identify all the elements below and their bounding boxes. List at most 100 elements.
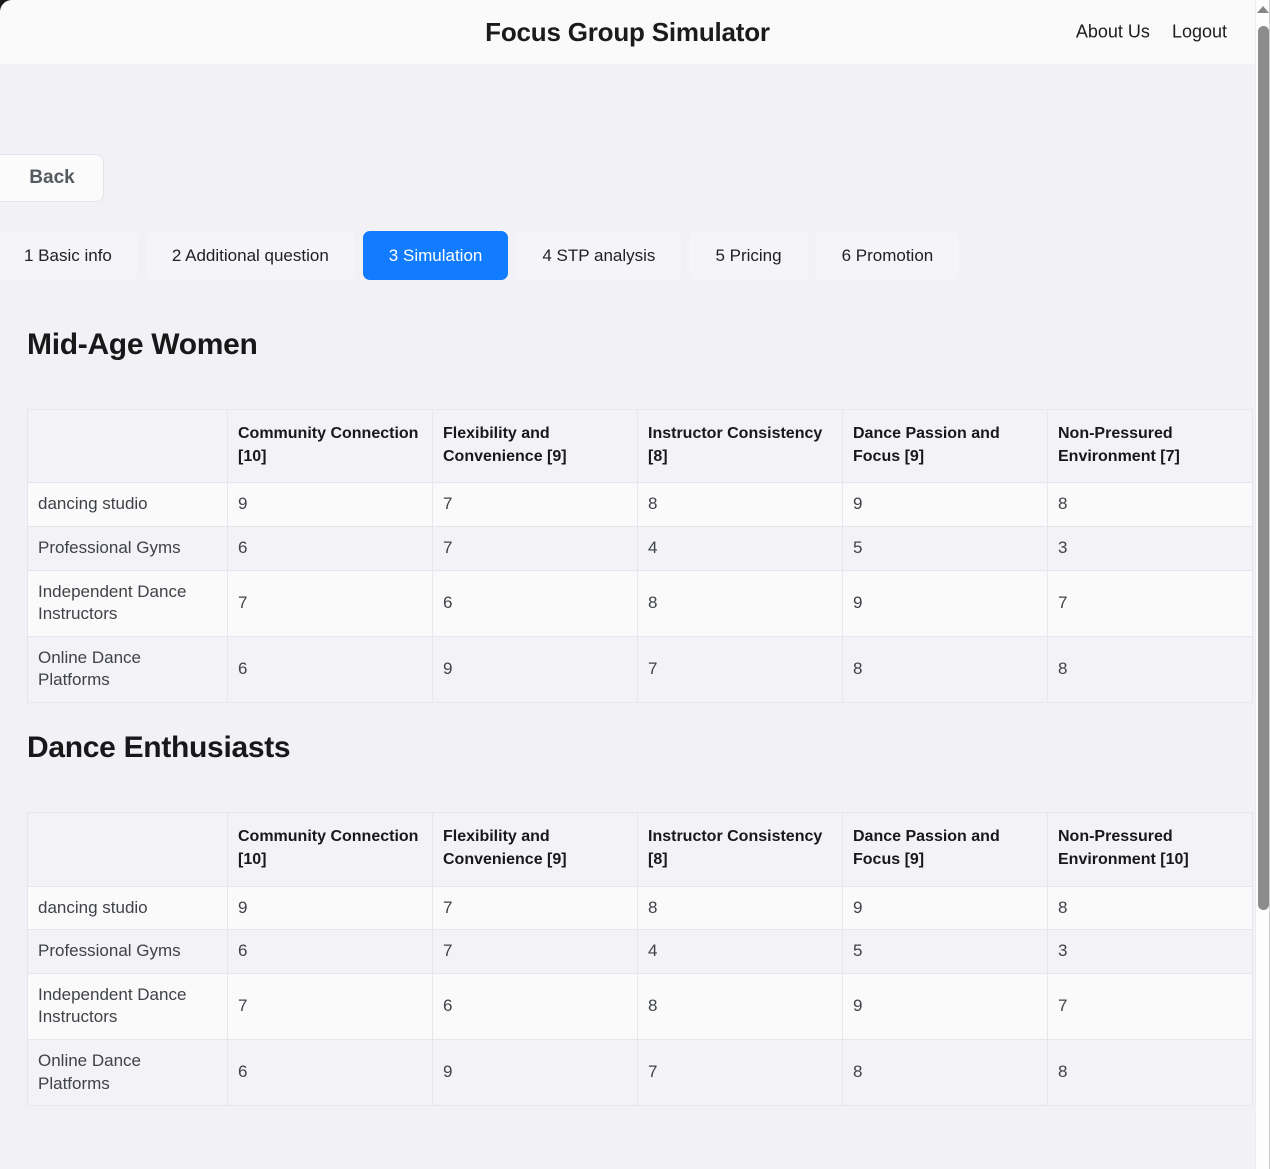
table-cell: 9	[843, 570, 1048, 636]
table-cell: 8	[638, 886, 843, 930]
table-header-row: Community Connection [10] Flexibility an…	[28, 813, 1253, 886]
table-cell: 7	[433, 483, 638, 527]
table-cell: 9	[843, 973, 1048, 1039]
table-cell: 8	[638, 973, 843, 1039]
table-cell: 9	[228, 483, 433, 527]
column-header: Instructor Consistency [8]	[638, 813, 843, 886]
table-cell: 8	[1048, 886, 1253, 930]
tab-stp-analysis[interactable]: 4 STP analysis	[516, 231, 681, 280]
table-cell: 8	[1048, 636, 1253, 702]
table-cell: 4	[638, 930, 843, 974]
table-cell: 6	[228, 1039, 433, 1105]
column-header: Community Connection [10]	[228, 410, 433, 483]
table-row: Independent Dance Instructors 7 6 8 9 7	[28, 570, 1253, 636]
step-tabs: 1 Basic info 2 Additional question 3 Sim…	[0, 231, 959, 280]
table-row: Online Dance Platforms 6 9 7 8 8	[28, 1039, 1253, 1105]
table-cell: 7	[228, 570, 433, 636]
tab-pricing[interactable]: 5 Pricing	[689, 231, 807, 280]
table-cell: 9	[433, 636, 638, 702]
table-row: dancing studio 9 7 8 9 8	[28, 483, 1253, 527]
column-header: Instructor Consistency [8]	[638, 410, 843, 483]
table-cell: 6	[228, 527, 433, 571]
table-row: Online Dance Platforms 6 9 7 8 8	[28, 636, 1253, 702]
table-cell: 3	[1048, 527, 1253, 571]
row-label: dancing studio	[28, 483, 228, 527]
nav-link-logout[interactable]: Logout	[1172, 22, 1227, 43]
main-content: Mid-Age Women Community Connection [10] …	[0, 300, 1255, 1106]
table-cell: 9	[843, 886, 1048, 930]
table-cell: 9	[843, 483, 1048, 527]
table-cell: 7	[1048, 570, 1253, 636]
tab-promotion[interactable]: 6 Promotion	[816, 231, 960, 280]
table-corner-cell	[28, 410, 228, 483]
row-label: Independent Dance Instructors	[28, 570, 228, 636]
table-cell: 6	[228, 930, 433, 974]
table-header-row: Community Connection [10] Flexibility an…	[28, 410, 1253, 483]
row-label: Professional Gyms	[28, 527, 228, 571]
row-label: Independent Dance Instructors	[28, 973, 228, 1039]
table-cell: 8	[1048, 483, 1253, 527]
table-row: Professional Gyms 6 7 4 5 3	[28, 930, 1253, 974]
tab-additional-question[interactable]: 2 Additional question	[146, 231, 355, 280]
column-header: Dance Passion and Focus [9]	[843, 813, 1048, 886]
scrollbar-thumb[interactable]	[1258, 26, 1269, 910]
scores-table: Community Connection [10] Flexibility an…	[27, 812, 1253, 1106]
top-navigation-bar: Focus Group Simulator About Us Logout	[0, 0, 1255, 64]
table-cell: 7	[638, 636, 843, 702]
row-label: Professional Gyms	[28, 930, 228, 974]
scores-table: Community Connection [10] Flexibility an…	[27, 409, 1253, 703]
column-header: Non-Pressured Environment [7]	[1048, 410, 1253, 483]
vertical-scrollbar[interactable]	[1255, 0, 1270, 1169]
tab-basic-info[interactable]: 1 Basic info	[0, 231, 138, 280]
table-cell: 8	[638, 483, 843, 527]
table-container: Community Connection [10] Flexibility an…	[27, 812, 1209, 1106]
section-dance-enthusiasts: Dance Enthusiasts Community Connection […	[0, 703, 1255, 1106]
column-header: Non-Pressured Environment [10]	[1048, 813, 1253, 886]
table-container: Community Connection [10] Flexibility an…	[27, 409, 1209, 703]
tab-simulation[interactable]: 3 Simulation	[363, 231, 509, 280]
table-cell: 6	[228, 636, 433, 702]
table-cell: 7	[1048, 973, 1253, 1039]
section-title: Mid-Age Women	[0, 300, 1255, 362]
table-body: dancing studio 9 7 8 9 8 Professional Gy…	[28, 483, 1253, 703]
column-header: Dance Passion and Focus [9]	[843, 410, 1048, 483]
table-cell: 8	[843, 636, 1048, 702]
table-cell: 9	[433, 1039, 638, 1105]
table-row: dancing studio 9 7 8 9 8	[28, 886, 1253, 930]
table-cell: 6	[433, 973, 638, 1039]
table-cell: 8	[1048, 1039, 1253, 1105]
table-header: Community Connection [10] Flexibility an…	[28, 410, 1253, 483]
table-cell: 5	[843, 527, 1048, 571]
section-mid-age-women: Mid-Age Women Community Connection [10] …	[0, 300, 1255, 703]
row-label: Online Dance Platforms	[28, 1039, 228, 1105]
table-cell: 7	[228, 973, 433, 1039]
column-header: Flexibility and Convenience [9]	[433, 410, 638, 483]
row-label: Online Dance Platforms	[28, 636, 228, 702]
table-cell: 4	[638, 527, 843, 571]
triangle-up-icon[interactable]	[1257, 6, 1269, 13]
page-title: Focus Group Simulator	[485, 17, 770, 48]
nav-link-about-us[interactable]: About Us	[1076, 22, 1150, 43]
application-window: Focus Group Simulator About Us Logout Ba…	[0, 0, 1270, 1169]
back-button[interactable]: Back	[0, 154, 104, 202]
column-header: Flexibility and Convenience [9]	[433, 813, 638, 886]
table-row: Independent Dance Instructors 7 6 8 9 7	[28, 973, 1253, 1039]
table-cell: 3	[1048, 930, 1253, 974]
table-cell: 7	[433, 886, 638, 930]
table-corner-cell	[28, 813, 228, 886]
top-nav-links: About Us Logout	[1076, 22, 1227, 43]
table-header: Community Connection [10] Flexibility an…	[28, 813, 1253, 886]
table-cell: 8	[843, 1039, 1048, 1105]
table-cell: 9	[228, 886, 433, 930]
table-cell: 8	[638, 570, 843, 636]
table-cell: 6	[433, 570, 638, 636]
table-cell: 5	[843, 930, 1048, 974]
table-cell: 7	[433, 930, 638, 974]
table-row: Professional Gyms 6 7 4 5 3	[28, 527, 1253, 571]
section-title: Dance Enthusiasts	[0, 703, 1255, 765]
row-label: dancing studio	[28, 886, 228, 930]
table-cell: 7	[638, 1039, 843, 1105]
column-header: Community Connection [10]	[228, 813, 433, 886]
table-cell: 7	[433, 527, 638, 571]
table-body: dancing studio 9 7 8 9 8 Professional Gy…	[28, 886, 1253, 1106]
